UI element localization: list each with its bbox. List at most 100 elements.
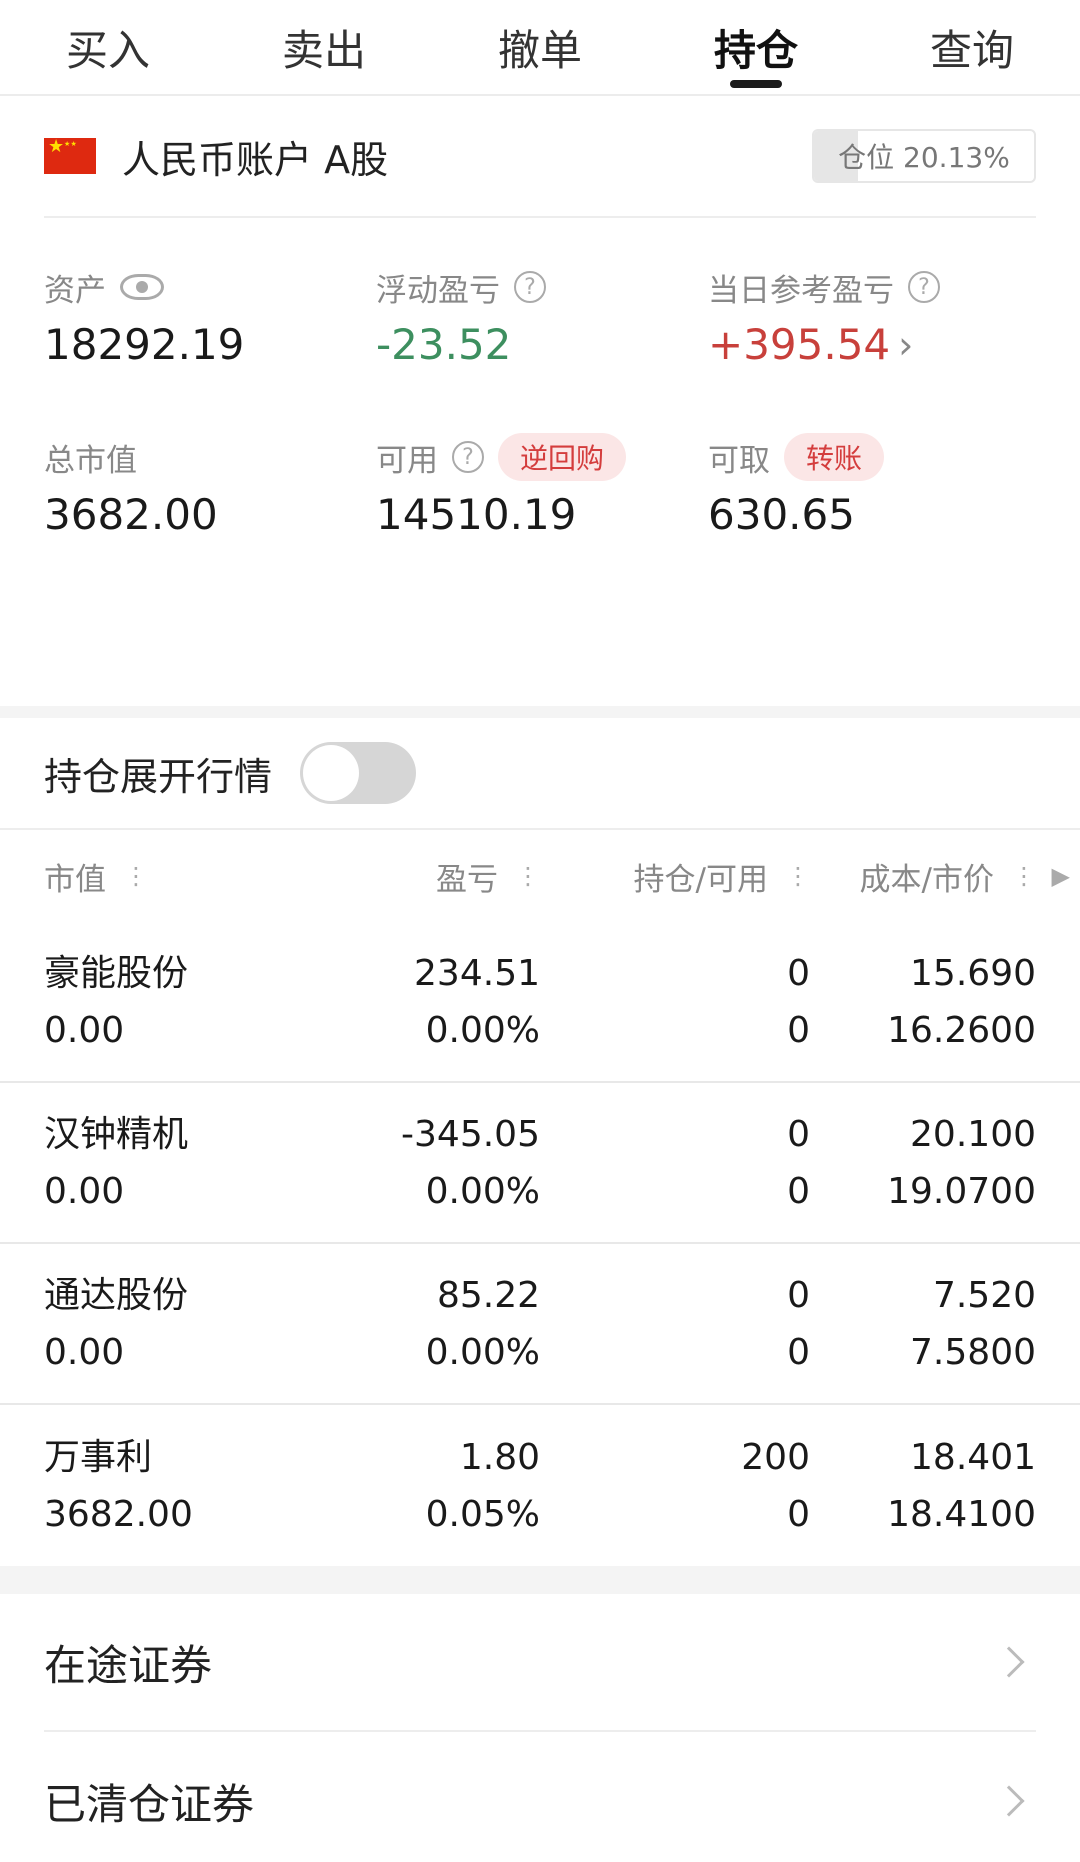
cell-pnl: -345.05 0.00% <box>344 1108 540 1218</box>
tab-cancel-order[interactable]: 撤单 <box>432 0 648 94</box>
cell-name-value: 汉钟精机 0.00 <box>44 1108 344 1218</box>
stat-withdrawable: 可取 转账 630.65 <box>708 388 1040 558</box>
sort-handle-icon: ⋮ <box>124 862 148 890</box>
stock-price: 7.5800 <box>910 1331 1036 1373</box>
header-cost-price[interactable]: 成本/市价 ⋮ <box>810 854 1036 899</box>
stock-market-value: 0.00 <box>44 1170 125 1212</box>
stock-available: 0 <box>787 1493 810 1535</box>
eye-icon[interactable] <box>120 274 164 300</box>
stat-withdrawable-value: 630.65 <box>708 490 855 539</box>
toggle-knob <box>303 745 360 801</box>
expand-quotes-label: 持仓展开行情 <box>44 754 273 799</box>
stat-assets-label: 资产 <box>44 272 106 309</box>
table-row[interactable]: 豪能股份 0.00 234.51 0.00% 0 0 15.690 16.2600 <box>0 922 1080 1083</box>
stat-floating-pnl-label: 浮动盈亏 <box>376 272 500 309</box>
cell-holding: 00 <box>540 1108 810 1218</box>
header-holding-available[interactable]: 持仓/可用 ⋮ <box>540 854 810 899</box>
stat-floating-pnl: 浮动盈亏 ? -23.52 <box>376 218 708 388</box>
stat-daily-pnl[interactable]: 当日参考盈亏 ? +395.54 › <box>708 218 1040 388</box>
stock-pnl: 85.22 <box>436 1274 540 1316</box>
securities-links: 在途证券 已清仓证券 <box>0 1594 1080 1862</box>
stock-name: 汉钟精机 <box>44 1113 189 1155</box>
stock-price: 16.2600 <box>887 1009 1036 1051</box>
cell-holding: 200 0 <box>540 1431 810 1541</box>
chevron-right-icon[interactable]: › <box>898 323 913 367</box>
expand-quotes-row: 持仓展开行情 <box>0 718 1080 830</box>
chevron-right-icon <box>993 1646 1025 1678</box>
reverse-repo-button[interactable]: 逆回购 <box>498 433 627 481</box>
stock-market-value: 0.00 <box>44 1331 125 1373</box>
stock-available: 0 <box>787 1170 810 1212</box>
sort-handle-icon: ⋮ <box>786 862 810 890</box>
tab-positions[interactable]: 持仓 <box>648 0 864 94</box>
stock-pnl: 234.51 <box>414 952 540 994</box>
closed-securities-label: 已清仓证券 <box>44 1779 255 1829</box>
stat-market-value: 总市值 3682.00 <box>44 388 376 558</box>
closed-securities-link[interactable]: 已清仓证券 <box>44 1732 1036 1862</box>
table-row[interactable]: 万事利 3682.00 1.80 0.05% 200 0 18.401 18.4100 <box>0 1405 1080 1566</box>
stock-holding: 0 <box>787 1274 810 1316</box>
stock-price: 19.0700 <box>887 1170 1036 1212</box>
stock-holding: 200 <box>741 1436 810 1478</box>
table-row[interactable]: 通达股份 0.00 85.22 0.00% 0 0 7.520 7.5800 <box>0 1244 1080 1405</box>
cell-pnl: 85.22 0.00% <box>344 1269 540 1379</box>
in-transit-securities-link[interactable]: 在途证券 <box>44 1594 1036 1732</box>
table-body: 豪能股份 0.00 234.51 0.00% 0 0 15.690 16.2600 汉钟精机 0.… <box>0 922 1080 1566</box>
account-summary-card: 人民币账户 A股 仓位 20.13% 资产 18292.19 浮动盈亏 ? -2… <box>0 96 1080 706</box>
stat-assets: 资产 18292.19 <box>44 218 376 388</box>
stat-market-value-label: 总市值 <box>44 442 137 479</box>
stat-available-value: 14510.19 <box>376 490 577 539</box>
stat-floating-pnl-value: -23.52 <box>376 320 512 369</box>
stock-cost: 7.520 <box>932 1274 1036 1316</box>
cell-pnl: 1.80 0.05% <box>344 1431 540 1541</box>
stock-pnl-percent: 0.00% <box>425 1170 540 1212</box>
tab-sell[interactable]: 卖出 <box>216 0 432 94</box>
stock-cost: 20.100 <box>910 1113 1036 1155</box>
stock-market-value: 3682.00 <box>44 1493 193 1535</box>
expand-quotes-toggle[interactable] <box>300 742 417 804</box>
tab-query[interactable]: 查询 <box>864 0 1080 94</box>
stock-available: 0 <box>787 1331 810 1373</box>
account-header: 人民币账户 A股 仓位 20.13% <box>44 96 1036 218</box>
table-header: 市值 ⋮ 盈亏 ⋮ 持仓/可用 ⋮ 成本/市价 ⋮ ▶ <box>0 830 1080 922</box>
stat-assets-value: 18292.19 <box>44 320 245 369</box>
in-transit-securities-label: 在途证券 <box>44 1640 213 1690</box>
stat-available: 可用 ? 逆回购 14510.19 <box>376 388 708 558</box>
stock-pnl: 1.80 <box>459 1436 540 1478</box>
position-ratio-label: 仓位 20.13% <box>838 141 1010 174</box>
cell-name-value: 豪能股份 0.00 <box>44 947 344 1057</box>
stock-holding: 0 <box>787 952 810 994</box>
sort-handle-icon: ⋮ <box>516 862 540 890</box>
help-icon[interactable]: ? <box>908 271 940 303</box>
stock-pnl-percent: 0.05% <box>425 1493 540 1535</box>
cell-pnl: 234.51 0.00% <box>344 947 540 1057</box>
cell-holding: 00 <box>540 1269 810 1379</box>
stock-name: 豪能股份 <box>44 952 189 994</box>
transfer-button[interactable]: 转账 <box>784 433 885 481</box>
cell-cost-price: 20.100 19.0700 <box>810 1108 1036 1218</box>
tab-buy[interactable]: 买入 <box>0 0 216 94</box>
stock-name: 通达股份 <box>44 1274 189 1316</box>
stock-available: 0 <box>787 1009 810 1051</box>
account-name: 人民币账户 A股 <box>122 137 389 182</box>
stat-daily-pnl-label: 当日参考盈亏 <box>708 272 894 309</box>
stat-available-label: 可用 <box>376 442 438 479</box>
stock-pnl-percent: 0.00% <box>425 1331 540 1373</box>
stock-market-value: 0.00 <box>44 1009 125 1051</box>
table-row[interactable]: 汉钟精机 0.00 -345.05 0.00% 0 0 20.100 19.0700 <box>0 1083 1080 1244</box>
stock-pnl-percent: 0.00% <box>425 1009 540 1051</box>
stock-cost: 18.401 <box>910 1436 1036 1478</box>
stock-price: 18.4100 <box>887 1493 1036 1535</box>
positions-table: 市值 ⋮ 盈亏 ⋮ 持仓/可用 ⋮ 成本/市价 ⋮ ▶ 豪能股份 0.00 234.51 0.… <box>0 830 1080 1566</box>
header-pnl[interactable]: 盈亏 ⋮ <box>344 854 540 899</box>
header-market-value[interactable]: 市值 ⋮ <box>44 854 344 899</box>
stock-cost: 15.690 <box>910 952 1036 994</box>
scroll-right-icon[interactable]: ▶ <box>1052 862 1070 890</box>
help-icon[interactable]: ? <box>514 271 546 303</box>
stock-name: 万事利 <box>44 1436 153 1478</box>
stat-market-value-value: 3682.00 <box>44 490 218 539</box>
stat-daily-pnl-value: +395.54 <box>708 320 891 369</box>
cell-name-value: 万事利 3682.00 <box>44 1431 344 1541</box>
help-icon[interactable]: ? <box>452 441 484 473</box>
cell-cost-price: 7.520 7.5800 <box>810 1269 1036 1379</box>
